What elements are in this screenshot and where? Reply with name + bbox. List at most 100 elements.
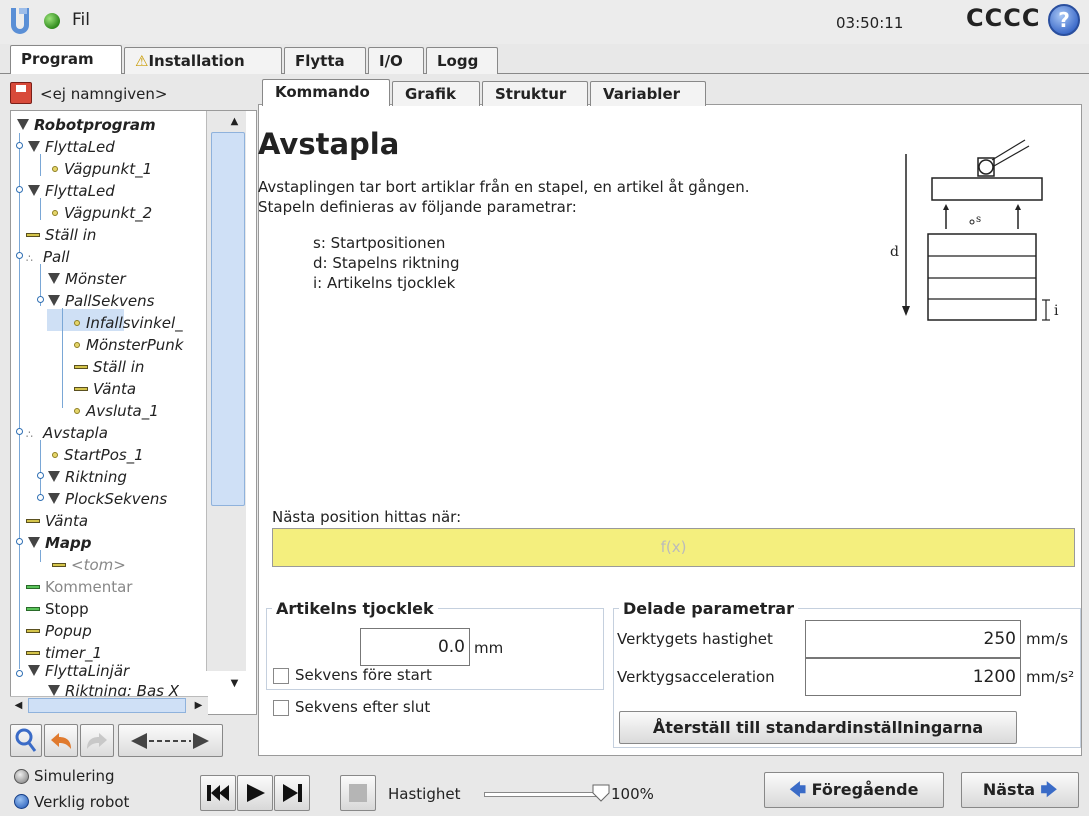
reset-defaults-button[interactable]: Återställ till standardinställningarna xyxy=(619,711,1017,744)
clock: 03:50:11 xyxy=(836,14,904,32)
tree-node-selected[interactable]: ∴ Avstapla xyxy=(26,422,108,444)
seq-after-checkbox[interactable] xyxy=(273,700,289,716)
tree-node[interactable]: FlyttaLed xyxy=(28,136,115,158)
waypoint-icon xyxy=(74,342,80,348)
tree-expander[interactable] xyxy=(16,186,23,193)
tree-node[interactable]: MönsterPunk xyxy=(74,334,183,356)
tree-node[interactable]: Riktning xyxy=(48,466,127,488)
seq-after-label: Sekvens efter slut xyxy=(295,698,431,716)
tree-expander[interactable] xyxy=(37,472,44,479)
move-arrows-icon xyxy=(131,733,209,749)
step-button[interactable] xyxy=(274,775,310,811)
search-icon xyxy=(15,728,37,752)
tab-logg[interactable]: Logg xyxy=(426,47,498,74)
pallet-icon: ∴ xyxy=(26,428,33,441)
tree-node[interactable]: Vägpunkt_2 xyxy=(52,202,152,224)
vertical-scroll-thumb[interactable] xyxy=(211,132,245,506)
robot-name: CCCC xyxy=(966,4,1041,32)
tool-accel-input[interactable]: 1200 xyxy=(805,658,1021,696)
tool-speed-input[interactable]: 250 xyxy=(805,620,1021,658)
tree-node[interactable]: Vägpunkt_1 xyxy=(52,158,152,180)
scroll-up-icon[interactable]: ▲ xyxy=(227,114,242,129)
tree-node[interactable]: Vänta xyxy=(26,510,88,532)
tree-expander[interactable] xyxy=(16,428,23,435)
help-icon[interactable]: ? xyxy=(1048,4,1080,36)
speed-slider-handle[interactable] xyxy=(591,784,611,802)
tree-expander[interactable] xyxy=(37,494,44,501)
tab-struktur[interactable]: Struktur xyxy=(482,81,588,106)
tab-flytta[interactable]: Flytta xyxy=(284,47,366,74)
tree-node[interactable]: FlyttaLinjär xyxy=(28,660,129,682)
tree-expander[interactable] xyxy=(16,538,23,545)
next-button[interactable]: Nästa 🡆 xyxy=(961,772,1079,808)
file-menu[interactable]: Fil xyxy=(72,10,90,30)
folder-triangle-icon xyxy=(48,295,60,306)
previous-button[interactable]: 🡄 Föregående xyxy=(764,772,944,808)
tree-node[interactable]: Mapp xyxy=(28,532,92,554)
folder-triangle-icon xyxy=(48,273,60,284)
tree-node[interactable]: StartPos_1 xyxy=(52,444,144,466)
tab-installation[interactable]: ⚠Installation xyxy=(124,47,282,74)
tree-node[interactable]: <tom> xyxy=(52,554,126,576)
tree-line xyxy=(19,133,20,669)
play-button[interactable] xyxy=(237,775,273,811)
expression-field[interactable]: f(x) xyxy=(272,528,1075,567)
command-icon xyxy=(26,233,40,237)
tree-expander[interactable] xyxy=(37,296,44,303)
folder-triangle-icon xyxy=(28,185,40,196)
tree-node[interactable]: Ställ in xyxy=(26,224,96,246)
tree-node[interactable]: Riktning: Bas X xyxy=(48,680,179,696)
speed-label: Hastighet xyxy=(388,785,461,803)
stop-button[interactable] xyxy=(340,775,376,811)
speed-value: 100% xyxy=(611,785,654,803)
tree-node[interactable]: PallSekvens xyxy=(48,290,154,312)
horizontal-scroll-thumb[interactable] xyxy=(28,698,186,713)
tree-node[interactable]: FlyttaLed xyxy=(28,180,115,202)
seq-before-label: Sekvens före start xyxy=(295,666,432,684)
skip-back-button[interactable] xyxy=(200,775,236,811)
tree-node[interactable]: Robotprogram xyxy=(17,114,156,136)
tree-node[interactable]: Stopp xyxy=(26,598,89,620)
tree-node[interactable]: Avsluta_1 xyxy=(74,400,159,422)
scroll-left-icon[interactable]: ◀ xyxy=(11,698,26,713)
command-icon xyxy=(26,651,40,655)
redo-button[interactable] xyxy=(80,724,114,757)
move-button[interactable] xyxy=(118,724,223,757)
tree-node[interactable]: Popup xyxy=(26,620,92,642)
tab-grafik[interactable]: Grafik xyxy=(392,81,480,106)
tree-expander[interactable] xyxy=(16,252,23,259)
command-icon xyxy=(74,365,88,369)
save-icon[interactable] xyxy=(10,82,32,104)
tab-installation-label: Installation xyxy=(148,52,245,70)
arrow-left-icon: 🡄 xyxy=(789,780,807,799)
speed-slider[interactable] xyxy=(484,792,604,797)
next-label: Nästa xyxy=(982,780,1036,799)
tree-node[interactable]: ∴ Pall xyxy=(26,246,70,268)
tab-program[interactable]: Program xyxy=(10,45,122,74)
tree-node[interactable]: Vänta xyxy=(74,378,136,400)
search-button[interactable] xyxy=(10,724,42,757)
tree-node[interactable]: Kommentar xyxy=(26,576,132,598)
undo-button[interactable] xyxy=(44,724,78,757)
simulation-radio[interactable] xyxy=(14,769,29,784)
program-name: <ej namngiven> xyxy=(40,85,168,103)
tree-node[interactable]: Infallsvinkel_ xyxy=(74,312,183,334)
tree-node[interactable]: PlockSekvens xyxy=(48,488,167,510)
redo-icon xyxy=(87,733,107,749)
thickness-input[interactable]: 0.0 xyxy=(360,628,470,666)
stop-icon xyxy=(26,607,40,611)
tree-node[interactable]: Ställ in xyxy=(74,356,144,378)
tree-expander[interactable] xyxy=(16,142,23,149)
tree-expander[interactable] xyxy=(16,670,23,677)
diagram-label-s: s xyxy=(976,214,982,225)
tab-io[interactable]: I/O xyxy=(368,47,424,74)
command-icon xyxy=(74,387,88,391)
pallet-icon: ∴ xyxy=(26,252,33,265)
tab-kommando[interactable]: Kommando xyxy=(262,79,390,106)
seq-before-checkbox[interactable] xyxy=(273,668,289,684)
tab-variabler[interactable]: Variabler xyxy=(590,81,706,106)
tree-node[interactable]: Mönster xyxy=(48,268,126,290)
scroll-down-icon[interactable]: ▼ xyxy=(227,676,242,691)
real-robot-radio[interactable] xyxy=(14,794,29,809)
scroll-right-icon[interactable]: ▶ xyxy=(191,698,206,713)
